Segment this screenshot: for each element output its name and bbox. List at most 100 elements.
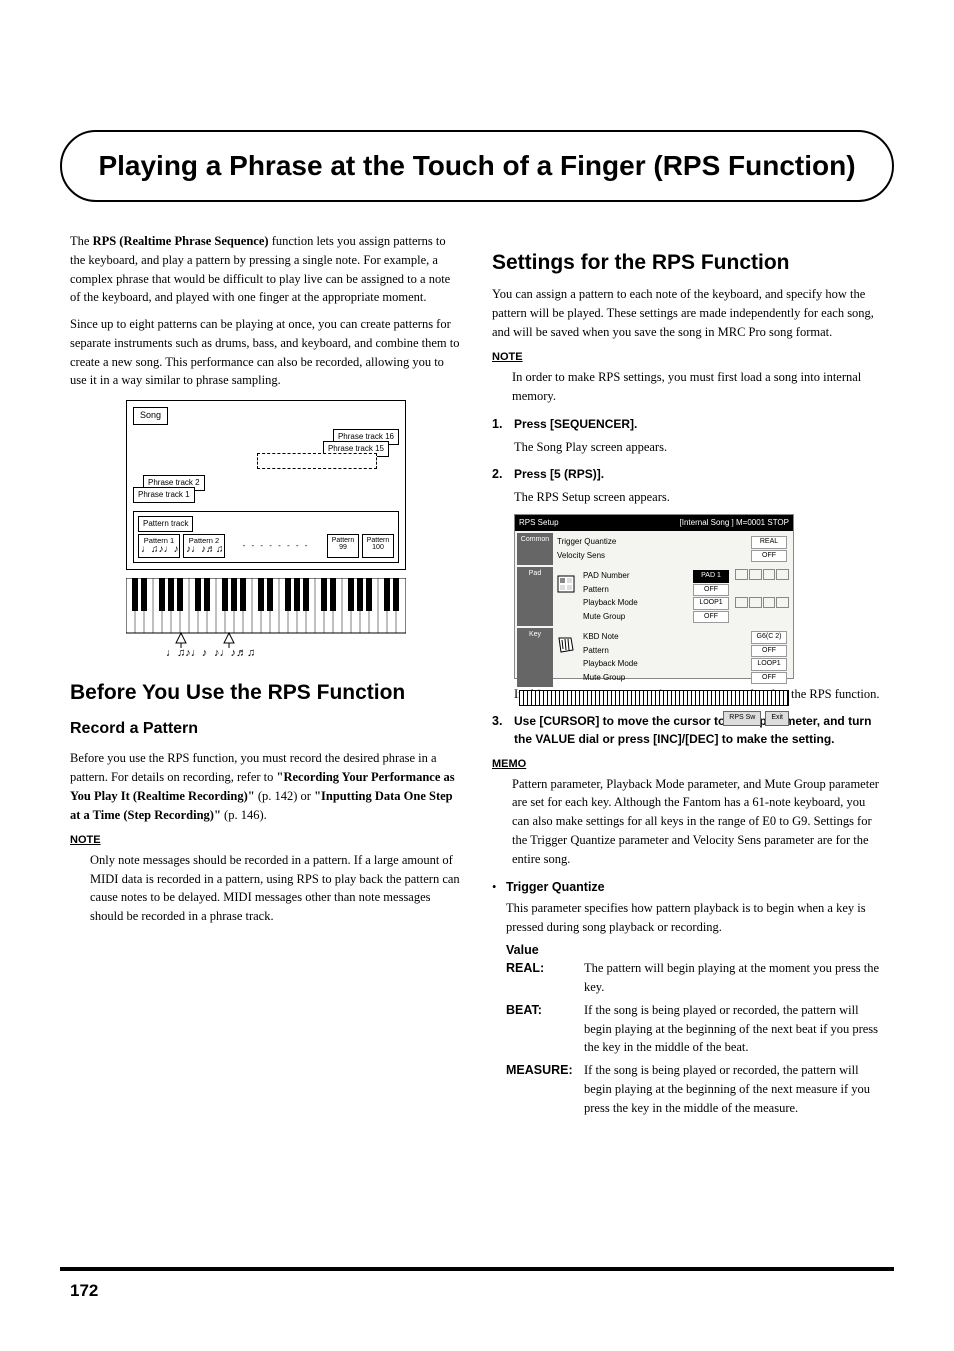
song-diagram: Song Phrase track 16 Phrase track 15 Phr… <box>126 400 406 662</box>
ss-pad-fields: PAD Number PAD 1 Pattern OFF Playback Mode… <box>579 567 733 626</box>
ss-key-icon <box>553 628 579 687</box>
value-table: REAL: The pattern will begin playing at … <box>506 959 884 1117</box>
ss-keymg-label: Mute Group <box>583 672 625 685</box>
footer-rule <box>60 1267 894 1271</box>
settings-paragraph: You can assign a pattern to each note of… <box>492 285 884 341</box>
value-row-beat: BEAT: If the song is being played or rec… <box>506 1001 884 1057</box>
svg-text:♩♫♪♩♪: ♩♫♪♩♪ <box>166 647 207 658</box>
pattern-dots: - - - - - - - - <box>228 540 324 552</box>
ss-rps-sw-button: RPS Sw <box>723 711 761 726</box>
intro-bold: RPS (Realtime Phrase Sequence) <box>93 234 269 248</box>
value-text-measure: If the song is being played or recorded,… <box>584 1061 884 1117</box>
note-text-left: Only note messages should be recorded in… <box>90 851 462 926</box>
ss-padnum-label: PAD Number <box>583 570 630 583</box>
step-1-label: Press [SEQUENCER]. <box>514 415 884 434</box>
ss-velsens-label: Velocity Sens <box>557 550 605 563</box>
ss-padpat-label: Pattern <box>583 584 609 597</box>
ss-keypb-label: Playback Mode <box>583 658 638 671</box>
ss-keypat-label: Pattern <box>583 645 609 658</box>
left-column: The RPS (Realtime Phrase Sequence) funct… <box>60 232 462 1121</box>
ss-bottom-buttons: RPS Sw Exit <box>515 709 793 728</box>
note-icon: NOTE <box>70 832 462 849</box>
step-number: 3. <box>492 712 514 748</box>
ss-velsens-val: OFF <box>751 550 787 563</box>
note-text-right-1: In order to make RPS settings, you must … <box>512 368 884 406</box>
ss-padmg-val: OFF <box>693 611 729 624</box>
pattern-cell-99: Pattern 99 <box>327 534 359 558</box>
song-box: Song Phrase track 16 Phrase track 15 Phr… <box>126 400 406 570</box>
ss-keypat-val: OFF <box>751 645 787 658</box>
step-2-desc: The RPS Setup screen appears. <box>514 488 884 507</box>
step-2: 2. Press [5 (RPS)]. <box>492 465 884 484</box>
ss-common-section: Common Trigger Quantize REAL Velocity Sen… <box>517 533 791 565</box>
value-row-real: REAL: The pattern will begin playing at … <box>506 959 884 997</box>
page-title: Playing a Phrase at the Touch of a Finge… <box>92 150 862 182</box>
record-pattern-paragraph: Before you use the RPS function, you mus… <box>70 749 462 824</box>
pattern-2-wave: ♪♩♪♬♫ <box>186 545 222 555</box>
pattern-row: Pattern 1 ♩♫♪♩♪ Pattern 2 ♪♩♪♬♫ - - - - … <box>138 534 394 558</box>
step-1-desc: The Song Play screen appears. <box>514 438 884 457</box>
ss-trigq-val: REAL <box>751 536 787 549</box>
param-name: Trigger Quantize <box>506 878 605 897</box>
value-text-real: The pattern will begin playing at the mo… <box>584 959 884 997</box>
pattern-cell-1: Pattern 1 ♩♫♪♩♪ <box>138 534 180 558</box>
ss-keymg-val: OFF <box>751 672 787 685</box>
heading-settings: Settings for the RPS Function <box>492 250 884 275</box>
pattern-1-wave: ♩♫♪♩♪ <box>141 545 177 555</box>
pattern-track-box: Pattern track Pattern 1 ♩♫♪♩♪ Pattern 2 … <box>133 511 399 563</box>
ss-kbdnote-label: KBD Note <box>583 631 619 644</box>
intro-paragraph-2: Since up to eight patterns can be playin… <box>70 315 462 390</box>
step-number: 1. <box>492 415 514 434</box>
pattern-cell-100: Pattern 100 <box>362 534 394 558</box>
value-key-real: REAL: <box>506 959 584 997</box>
ss-padmg-label: Mute Group <box>583 611 625 624</box>
ss-kbdnote-val: G6(C 2) <box>751 631 787 644</box>
ss-titlebar: RPS Setup [Internal Song ] M=0001 STOP <box>515 515 793 531</box>
ss-pad-section: Pad PAD Number PAD 1 Pattern OFF Playback … <box>517 567 791 626</box>
ss-padpb-val: LOOP1 <box>693 597 729 610</box>
phrase-track-1: Phrase track 1 <box>133 487 195 503</box>
ss-keypb-val: LOOP1 <box>751 658 787 671</box>
value-key-beat: BEAT: <box>506 1001 584 1057</box>
ss-trigq-label: Trigger Quantize <box>557 536 616 549</box>
param-trigger-quantize: • Trigger Quantize <box>492 878 884 897</box>
ss-padnum-val: PAD 1 <box>693 570 729 583</box>
ss-common-tab: Common <box>517 533 553 565</box>
page-number: 172 <box>70 1281 894 1301</box>
ss-pad-grid <box>733 567 791 626</box>
step-1: 1. Press [SEQUENCER]. <box>492 415 884 434</box>
memo-icon: MEMO <box>492 756 884 773</box>
ss-common-fields: Trigger Quantize REAL Velocity Sens OFF <box>553 533 791 565</box>
ss-pad-icon <box>553 567 579 626</box>
right-column: Settings for the RPS Function You can as… <box>492 232 894 1121</box>
pattern-cell-2: Pattern 2 ♪♩♪♬♫ <box>183 534 225 558</box>
memo-text: Pattern parameter, Playback Mode paramet… <box>512 775 884 869</box>
ss-title-right: [Internal Song ] M=0001 STOP <box>680 517 789 529</box>
bullet-dot: • <box>492 878 506 897</box>
ss-pad-tab: Pad <box>517 567 553 626</box>
record-ref-1-pg: (p. 142) or <box>255 789 314 803</box>
param-trigger-desc: This parameter specifies how pattern pla… <box>506 899 884 937</box>
intro-pre: The <box>70 234 93 248</box>
record-ref-2-pg: (p. 146). <box>221 808 267 822</box>
page-footer: 172 <box>60 1267 894 1301</box>
phrase-track-spacer <box>257 453 377 469</box>
heading-record-pattern: Record a Pattern <box>70 717 462 741</box>
intro-paragraph-1: The RPS (Realtime Phrase Sequence) funct… <box>70 232 462 307</box>
note-icon: NOTE <box>492 349 884 366</box>
value-text-beat: If the song is being played or recorded,… <box>584 1001 884 1057</box>
pattern-track-label: Pattern track <box>138 516 193 532</box>
content-columns: The RPS (Realtime Phrase Sequence) funct… <box>60 232 894 1121</box>
svg-text:♪♩♪♬♫: ♪♩♪♬♫ <box>214 647 255 658</box>
ss-title-text: RPS Setup <box>519 517 559 529</box>
phrase-track-stack-top: Phrase track 16 Phrase track 15 <box>133 429 399 469</box>
value-row-measure: MEASURE: If the song is being played or … <box>506 1061 884 1117</box>
ss-key-tab: Key <box>517 628 553 687</box>
page-title-banner: Playing a Phrase at the Touch of a Finge… <box>60 130 894 202</box>
ss-key-fields: KBD Note G6(C 2) Pattern OFF Playback Mode… <box>579 628 791 687</box>
step-number: 2. <box>492 465 514 484</box>
ss-padpb-label: Playback Mode <box>583 597 638 610</box>
ss-key-section: Key KBD Note G6(C 2) Pattern OFF Playback … <box>517 628 791 687</box>
step-2-label: Press [5 (RPS)]. <box>514 465 884 484</box>
rps-setup-screenshot: RPS Setup [Internal Song ] M=0001 STOP C… <box>514 514 794 679</box>
